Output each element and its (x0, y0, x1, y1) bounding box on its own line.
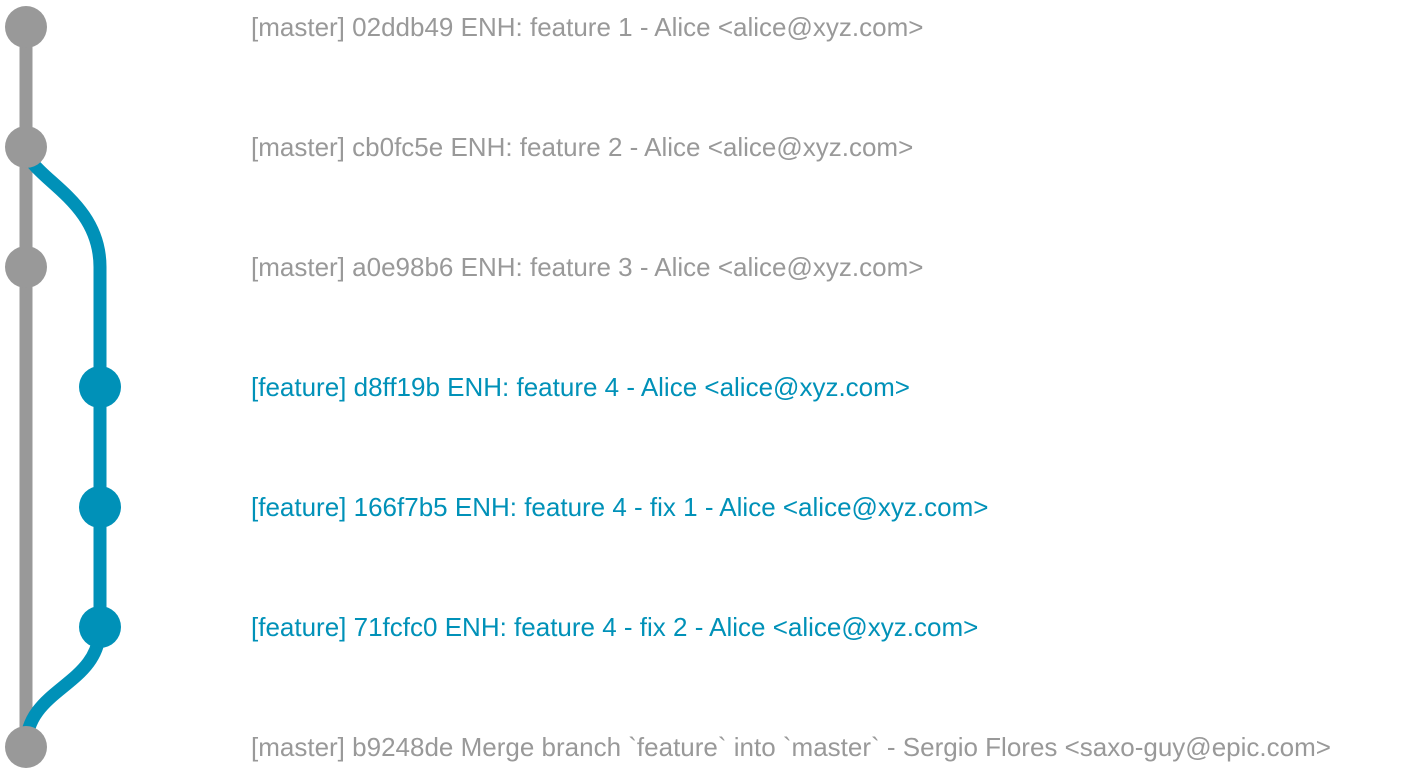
commit-hash: b9248de (352, 732, 454, 762)
commit-hash: 71fcfc0 (353, 612, 438, 642)
commit-graph (5, 6, 121, 768)
commit-author: Alice <alice@xyz.com> (654, 12, 924, 42)
commit-branch-label: [feature] (251, 492, 347, 522)
commit-branch-label: [master] (251, 12, 345, 42)
commit-message: ENH: feature 4 (447, 372, 620, 402)
commit-message: ENH: feature 4 - fix 1 (454, 492, 698, 522)
commit-hash: 166f7b5 (353, 492, 448, 522)
commit-row: [feature] 71fcfc0 ENH: feature 4 - fix 2… (251, 612, 979, 642)
commit-node-166f7b5 (79, 486, 121, 528)
commit-row: [feature] d8ff19b ENH: feature 4 - Alice… (251, 372, 910, 402)
feature-edge (19, 620, 107, 754)
commit-message: ENH: feature 1 (460, 12, 633, 42)
commit-row: [feature] 166f7b5 ENH: feature 4 - fix 1… (251, 492, 989, 522)
commit-message: Merge branch `feature` into `master` (460, 732, 880, 762)
commit-message: ENH: feature 4 - fix 2 (444, 612, 688, 642)
commit-author: Alice <alice@xyz.com> (654, 252, 924, 282)
commit-author: Alice <alice@xyz.com> (644, 132, 914, 162)
commit-author: Alice <alice@xyz.com> (709, 612, 979, 642)
commit-branch-label: [master] (251, 132, 345, 162)
commit-row: [master] 02ddb49 ENH: feature 1 - Alice … (251, 12, 924, 42)
commit-node-02ddb49 (5, 6, 47, 48)
commit-hash: 02ddb49 (352, 12, 454, 42)
commit-hash: d8ff19b (353, 372, 440, 402)
commit-author: Alice <alice@xyz.com> (719, 492, 989, 522)
commit-node-71fcfc0 (79, 606, 121, 648)
commit-node-b9248de (5, 726, 47, 768)
commit-row: [master] b9248de Merge branch `feature` … (251, 732, 1331, 762)
commit-branch-label: [feature] (251, 372, 347, 402)
commit-hash: a0e98b6 (352, 252, 454, 282)
commit-message: ENH: feature 3 (460, 252, 633, 282)
commit-row: [master] cb0fc5e ENH: feature 2 - Alice … (251, 132, 914, 162)
commit-node-d8ff19b (79, 366, 121, 408)
commit-node-cb0fc5e (5, 126, 47, 168)
commit-author: Alice <alice@xyz.com> (640, 372, 910, 402)
commit-message: ENH: feature 2 (450, 132, 623, 162)
commit-author: Sergio Flores <saxo-guy@epic.com> (902, 732, 1331, 762)
commit-branch-label: [feature] (251, 612, 347, 642)
commit-branch-label: [master] (251, 252, 345, 282)
commit-branch-label: [master] (251, 732, 345, 762)
commit-row: [master] a0e98b6 ENH: feature 3 - Alice … (251, 252, 924, 282)
commit-node-a0e98b6 (5, 246, 47, 288)
commit-hash: cb0fc5e (352, 132, 444, 162)
